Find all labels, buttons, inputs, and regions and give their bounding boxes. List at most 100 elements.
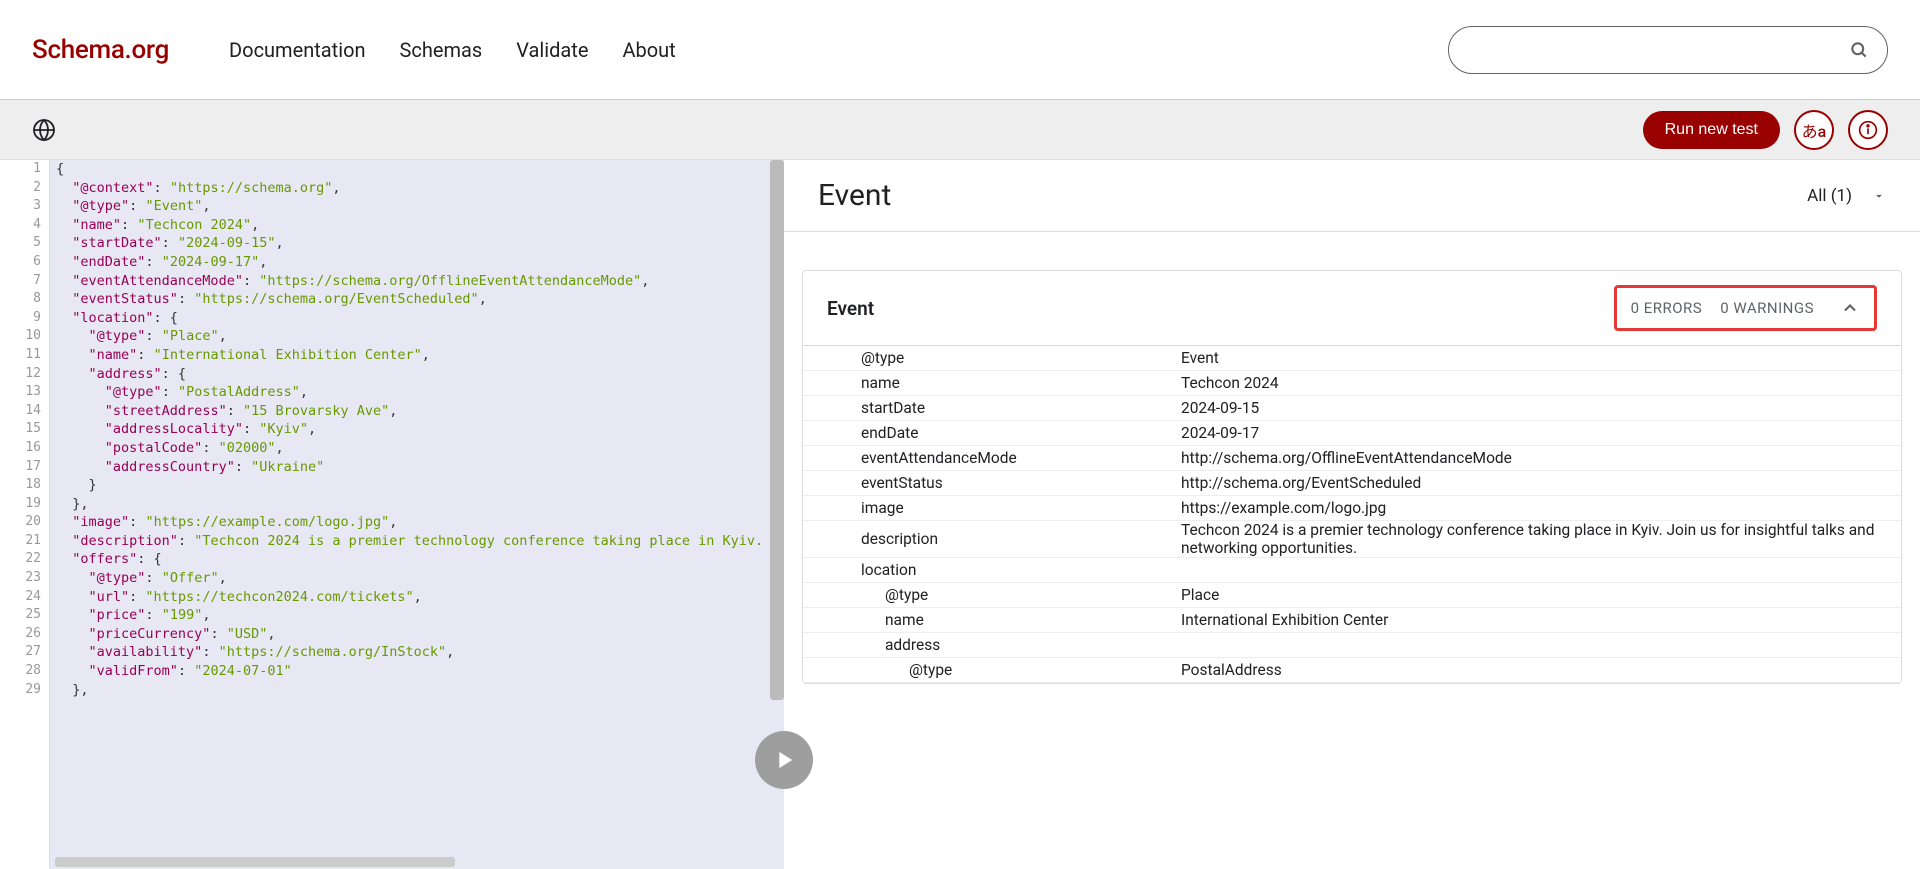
property-value: 2024-09-15 [1181, 399, 1901, 417]
globe-button[interactable] [32, 118, 56, 142]
errors-count: 0 ERRORS [1631, 299, 1703, 317]
line-number: 21 [0, 532, 49, 551]
chevron-up-icon [1840, 298, 1860, 318]
collapse-toggle[interactable] [1840, 298, 1860, 318]
property-row[interactable]: @typePostalAddress [803, 658, 1901, 683]
chevron-down-icon [1872, 189, 1886, 203]
property-row[interactable]: imagehttps://example.com/logo.jpg [803, 496, 1901, 521]
property-row[interactable]: @typeEvent [803, 346, 1901, 371]
line-number: 19 [0, 495, 49, 514]
property-key: @type [803, 349, 1181, 367]
line-number: 14 [0, 402, 49, 421]
play-fab-button[interactable] [755, 731, 813, 789]
code-line: "@type": "Event", [56, 197, 778, 216]
property-key: @type [803, 586, 1181, 604]
filter-dropdown[interactable]: All (1) [1807, 186, 1886, 206]
line-number: 12 [0, 365, 49, 384]
property-key: eventAttendanceMode [803, 449, 1181, 467]
line-number: 20 [0, 513, 49, 532]
line-number: 22 [0, 550, 49, 569]
code-line: }, [56, 681, 778, 700]
code-line: "offers": { [56, 550, 778, 569]
run-new-test-button[interactable]: Run new test [1643, 111, 1780, 149]
property-value: https://example.com/logo.jpg [1181, 499, 1901, 517]
line-number: 13 [0, 383, 49, 402]
status-box: 0 ERRORS 0 WARNINGS [1614, 285, 1877, 331]
code-line: "streetAddress": "15 Brovarsky Ave", [56, 402, 778, 421]
line-number: 16 [0, 439, 49, 458]
property-value: 2024-09-17 [1181, 424, 1901, 442]
nav-documentation[interactable]: Documentation [229, 38, 366, 62]
search-button[interactable] [1847, 38, 1871, 62]
code-line: "eventAttendanceMode": "https://schema.o… [56, 272, 778, 291]
vertical-scrollbar[interactable] [770, 160, 784, 700]
code-line: "addressCountry": "Ukraine" [56, 458, 778, 477]
line-number: 7 [0, 272, 49, 291]
property-row[interactable]: address [803, 633, 1901, 658]
property-row[interactable]: location [803, 558, 1901, 583]
code-line: "priceCurrency": "USD", [56, 625, 778, 644]
nav-schemas[interactable]: Schemas [400, 38, 483, 62]
code-line: "description": "Techcon 2024 is a premie… [56, 532, 778, 551]
property-value: http://schema.org/EventScheduled [1181, 474, 1901, 492]
code-line: "postalCode": "02000", [56, 439, 778, 458]
property-row[interactable]: @typePlace [803, 583, 1901, 608]
card-title: Event [827, 297, 874, 320]
code-line: "price": "199", [56, 606, 778, 625]
horizontal-scrollbar[interactable] [55, 857, 455, 867]
card-header[interactable]: Event 0 ERRORS 0 WARNINGS [803, 271, 1901, 346]
line-number: 15 [0, 420, 49, 439]
search-input[interactable] [1465, 41, 1847, 59]
line-number: 4 [0, 216, 49, 235]
nav-validate[interactable]: Validate [516, 38, 588, 62]
code-line: }, [56, 495, 778, 514]
main-nav: Documentation Schemas Validate About [229, 38, 676, 62]
logo[interactable]: Schema.org [32, 35, 169, 65]
property-row[interactable]: endDate2024-09-17 [803, 421, 1901, 446]
code-line: } [56, 476, 778, 495]
line-number: 25 [0, 606, 49, 625]
code-line: { [56, 160, 778, 179]
warnings-count: 0 WARNINGS [1720, 299, 1814, 317]
property-row[interactable]: descriptionTechcon 2024 is a premier tec… [803, 521, 1901, 558]
search-wrap [1448, 26, 1888, 74]
results-header: Event All (1) [784, 160, 1920, 231]
code-line: "@type": "PostalAddress", [56, 383, 778, 402]
property-row[interactable]: eventAttendanceModehttp://schema.org/Off… [803, 446, 1901, 471]
property-row[interactable]: eventStatushttp://schema.org/EventSchedu… [803, 471, 1901, 496]
code-line: "@type": "Place", [56, 327, 778, 346]
property-value: http://schema.org/OfflineEventAttendance… [1181, 449, 1901, 467]
code-line: "name": "International Exhibition Center… [56, 346, 778, 365]
line-number: 10 [0, 327, 49, 346]
nav-about[interactable]: About [622, 38, 675, 62]
line-number: 3 [0, 197, 49, 216]
results-title: Event [818, 178, 891, 213]
property-key: address [803, 636, 1181, 654]
info-icon [1858, 120, 1878, 140]
line-number: 29 [0, 681, 49, 700]
line-number: 6 [0, 253, 49, 272]
code-line: "addressLocality": "Kyiv", [56, 420, 778, 439]
property-row[interactable]: nameInternational Exhibition Center [803, 608, 1901, 633]
property-table: @typeEventnameTechcon 2024startDate2024-… [803, 346, 1901, 683]
code-line: "eventStatus": "https://schema.org/Event… [56, 290, 778, 309]
language-button[interactable]: あa [1794, 110, 1834, 150]
property-value: International Exhibition Center [1181, 611, 1901, 629]
property-row[interactable]: startDate2024-09-15 [803, 396, 1901, 421]
property-key: @type [803, 661, 1181, 679]
property-key: location [803, 561, 1181, 579]
filter-dropdown-label: All (1) [1807, 186, 1852, 206]
property-row[interactable]: nameTechcon 2024 [803, 371, 1901, 396]
results-pane: Event All (1) Event 0 ERRORS 0 WARNINGS … [784, 160, 1920, 869]
code-line: "@type": "Offer", [56, 569, 778, 588]
code-area[interactable]: { "@context": "https://schema.org", "@ty… [50, 160, 784, 869]
globe-icon [32, 118, 56, 142]
line-number: 11 [0, 346, 49, 365]
line-gutter: 1234567891011121314151617181920212223242… [0, 160, 50, 869]
line-number: 2 [0, 179, 49, 198]
code-line: "@context": "https://schema.org", [56, 179, 778, 198]
code-line: "address": { [56, 365, 778, 384]
property-key: name [803, 374, 1181, 392]
info-button[interactable] [1848, 110, 1888, 150]
line-number: 18 [0, 476, 49, 495]
